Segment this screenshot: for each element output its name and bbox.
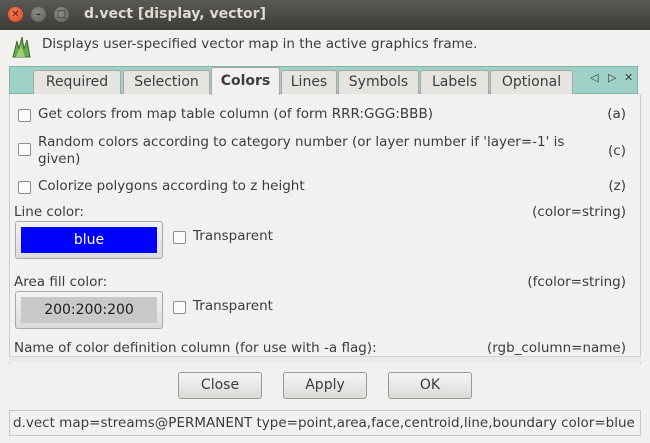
line-transparent-checkbox[interactable] (173, 231, 186, 244)
fill-transparent-label: Transparent (193, 298, 273, 314)
window-close-button[interactable]: ✕ (8, 7, 23, 22)
random-colors-label-line2: given) (38, 151, 81, 167)
random-colors-label-line1: Random colors according to category numb… (38, 134, 565, 150)
fill-color-param: (fcolor=string) (527, 274, 626, 290)
fill-color-label: Area fill color: (14, 274, 108, 290)
flag-c: (c) (608, 143, 626, 159)
z-height-label: Colorize polygons according to z height (38, 178, 305, 194)
tab-close-icon[interactable]: ✕ (624, 71, 633, 84)
tab-labels[interactable]: Labels (420, 70, 489, 94)
tab-required[interactable]: Required (33, 70, 121, 94)
panel-bottom-separator (9, 356, 641, 362)
line-color-label: Line color: (14, 204, 84, 220)
tab-optional[interactable]: Optional (490, 70, 573, 94)
rgb-column-label: Name of color definition column (for use… (14, 340, 377, 356)
command-status-bar: d.vect map=streams@PERMANENT type=point,… (9, 410, 641, 436)
tab-symbols[interactable]: Symbols (338, 70, 419, 94)
colors-from-table-checkbox[interactable] (18, 109, 31, 122)
close-button[interactable]: Close (178, 372, 262, 399)
ok-button[interactable]: OK (388, 372, 472, 399)
flag-z: (z) (608, 178, 626, 194)
grass-module-icon (12, 36, 31, 58)
window-maximize-button[interactable]: □ (54, 7, 69, 22)
rgb-column-param: (rgb_column=name) (486, 340, 626, 356)
random-colors-checkbox[interactable] (18, 143, 31, 156)
line-color-swatch: blue (21, 227, 157, 253)
module-description: Displays user-specified vector map in th… (42, 36, 478, 52)
title-bar: ✕ – □ d.vect [display, vector] (0, 0, 650, 30)
description-row: Displays user-specified vector map in th… (0, 30, 650, 64)
window-minimize-button[interactable]: – (31, 7, 46, 22)
tab-scroll-right-icon[interactable]: ▷ (608, 71, 616, 84)
line-transparent-label: Transparent (193, 228, 273, 244)
fill-transparent-checkbox[interactable] (173, 301, 186, 314)
line-color-picker-button[interactable]: blue (15, 221, 163, 259)
window-title: d.vect [display, vector] (84, 6, 266, 22)
flag-a: (a) (607, 106, 626, 122)
colors-panel: Get colors from map table column (of for… (9, 94, 641, 364)
tab-lines[interactable]: Lines (281, 70, 337, 94)
fill-color-picker-button[interactable]: 200:200:200 (15, 291, 163, 329)
tab-scroll-left-icon[interactable]: ◁ (590, 71, 598, 84)
colors-from-table-label: Get colors from map table column (of for… (38, 106, 433, 122)
fill-color-swatch: 200:200:200 (21, 297, 157, 323)
tab-selection[interactable]: Selection (123, 70, 210, 94)
z-height-checkbox[interactable] (18, 181, 31, 194)
line-color-param: (color=string) (532, 204, 626, 220)
apply-button[interactable]: Apply (283, 372, 367, 399)
tab-colors[interactable]: Colors (211, 67, 280, 95)
